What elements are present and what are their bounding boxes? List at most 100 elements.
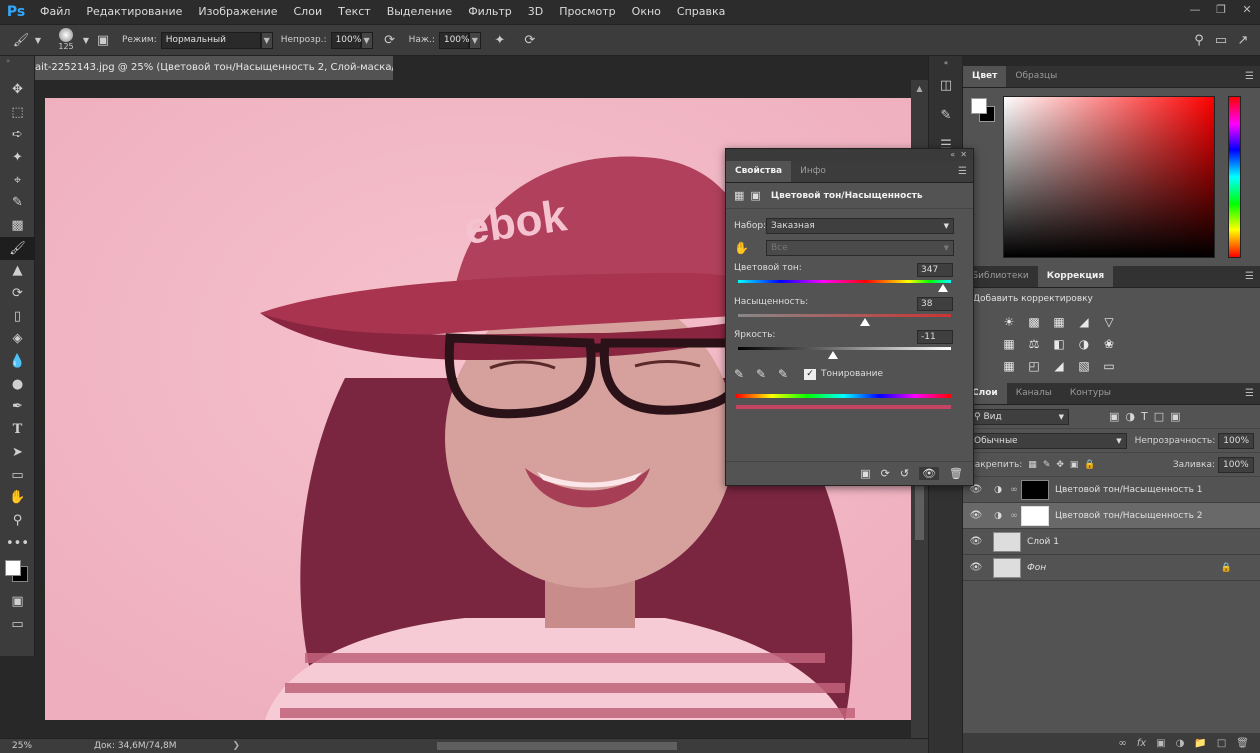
photo-filter-icon[interactable]: ◑: [1074, 334, 1094, 354]
status-menu-icon[interactable]: ❯: [233, 741, 241, 751]
paint-bucket-tool-icon[interactable]: ◈: [0, 328, 35, 351]
eyedropper-plus-icon[interactable]: ✎: [756, 367, 778, 381]
link-layers-icon[interactable]: ∞: [1118, 738, 1126, 749]
menu-item[interactable]: Выделение: [379, 0, 461, 24]
posterize-icon[interactable]: ◢: [1049, 356, 1069, 376]
foreground-color-swatch[interactable]: [971, 98, 987, 114]
pen-tool-icon[interactable]: ✒: [0, 396, 35, 419]
more-tools-icon[interactable]: •••: [0, 532, 35, 555]
lock-transparency-icon[interactable]: ▦: [1028, 460, 1037, 470]
hue-input[interactable]: 347: [917, 263, 953, 277]
eyedropper-icon[interactable]: ✎: [734, 367, 756, 381]
menu-item[interactable]: Слои: [286, 0, 331, 24]
tab-paths[interactable]: Контуры: [1061, 383, 1120, 404]
chevron-down-icon[interactable]: ▼: [32, 29, 44, 51]
filter-pixel-icon[interactable]: ▣: [1109, 410, 1119, 423]
menu-item[interactable]: Изображение: [190, 0, 285, 24]
threshold-icon[interactable]: ▧: [1074, 356, 1094, 376]
filter-shape-icon[interactable]: □: [1154, 410, 1164, 423]
brightness-contrast-icon[interactable]: ☀: [999, 312, 1019, 332]
lock-pixels-icon[interactable]: ✎: [1043, 460, 1051, 470]
foreground-color-swatch[interactable]: [5, 560, 21, 577]
filter-type-icon[interactable]: T: [1141, 410, 1148, 423]
color-swatches[interactable]: [0, 554, 34, 590]
opacity-input[interactable]: 100%: [330, 31, 361, 49]
tab-color[interactable]: Цвет: [963, 66, 1007, 87]
layer-mask-thumbnail[interactable]: [1021, 505, 1049, 526]
dodge-tool-icon[interactable]: ●: [0, 373, 35, 396]
saturation-slider-track[interactable]: [738, 314, 951, 326]
chevron-down-icon[interactable]: ▼: [80, 29, 92, 51]
layer-row-layer-1[interactable]: 👁 Слой 1: [963, 529, 1260, 555]
close-icon[interactable]: ✕: [960, 150, 967, 159]
panel-menu-icon[interactable]: ☰: [1245, 66, 1254, 87]
history-brush-tool-icon[interactable]: ⟳: [0, 282, 35, 305]
tab-channels[interactable]: Каналы: [1007, 383, 1061, 404]
chevron-down-icon[interactable]: ▼: [260, 31, 273, 49]
layer-row-hue-saturation-2[interactable]: 👁 ◑ ∞ Цветовой тон/Насыщенность 2: [963, 503, 1260, 529]
delete-layer-icon[interactable]: 🗑: [1236, 738, 1249, 749]
color-panel-swatches[interactable]: [971, 98, 997, 124]
menu-item[interactable]: Текст: [330, 0, 379, 24]
layer-opacity-input[interactable]: 100%: [1218, 432, 1254, 449]
lightness-slider-track[interactable]: [738, 347, 951, 359]
brush-panel-toggle-icon[interactable]: ▣: [92, 29, 114, 51]
exposure-icon[interactable]: ◢: [1074, 312, 1094, 332]
crop-tool-icon[interactable]: ⌖: [0, 169, 35, 192]
stamp-tool-icon[interactable]: ▲: [0, 260, 35, 283]
chevron-down-icon[interactable]: ▼: [468, 31, 481, 49]
history-panel-icon[interactable]: ◫: [929, 70, 963, 100]
black-white-icon[interactable]: ◧: [1049, 334, 1069, 354]
type-tool-icon[interactable]: T: [0, 418, 35, 441]
lock-position-icon[interactable]: ✥: [1056, 460, 1064, 470]
new-adjustment-icon[interactable]: ◑: [1176, 738, 1185, 749]
brush-settings-panel-icon[interactable]: ✎: [929, 100, 963, 130]
panel-menu-icon[interactable]: ☰: [1245, 266, 1254, 287]
toggle-visibility-icon[interactable]: 👁: [919, 467, 940, 480]
mode-select[interactable]: Нормальный: [160, 31, 261, 49]
panel-menu-icon[interactable]: ☰: [1245, 383, 1254, 404]
close-icon[interactable]: ✕: [1234, 0, 1260, 18]
zoom-tool-icon[interactable]: ⚲: [0, 509, 35, 532]
layer-fill-input[interactable]: 100%: [1218, 456, 1254, 473]
brush-preset-picker[interactable]: 125: [52, 26, 80, 54]
tab-properties[interactable]: Свойства: [726, 161, 792, 182]
airbrush-icon[interactable]: ✦: [489, 29, 511, 51]
colorize-checkbox[interactable]: ✓: [804, 368, 816, 380]
collapse-icon[interactable]: «: [950, 150, 955, 159]
magic-wand-tool-icon[interactable]: ✦: [0, 146, 35, 169]
visibility-eye-icon[interactable]: 👁: [963, 510, 989, 521]
lock-artboard-icon[interactable]: ▣: [1070, 460, 1079, 470]
layer-style-icon[interactable]: fx: [1137, 738, 1146, 749]
menu-item[interactable]: Файл: [32, 0, 78, 24]
menu-item[interactable]: Редактирование: [78, 0, 190, 24]
pressure-input[interactable]: 100%: [438, 31, 470, 49]
eyedropper-minus-icon[interactable]: ✎: [778, 367, 804, 381]
healing-brush-tool-icon[interactable]: ▩: [0, 214, 35, 237]
curves-icon[interactable]: ▦: [1049, 312, 1069, 332]
menu-item[interactable]: 3D: [520, 0, 551, 24]
vibrance-icon[interactable]: ▽: [1099, 312, 1119, 332]
tab-info[interactable]: Инфо: [791, 161, 835, 182]
hue-slider-track[interactable]: [738, 280, 951, 292]
pressure-size-icon[interactable]: ⟳: [519, 29, 541, 51]
color-balance-icon[interactable]: ⚖: [1024, 334, 1044, 354]
levels-icon[interactable]: ▩: [1024, 312, 1044, 332]
invert-icon[interactable]: ◰: [1024, 356, 1044, 376]
filter-smart-object-icon[interactable]: ▣: [1170, 410, 1180, 423]
mask-link-icon[interactable]: ∞: [1007, 511, 1021, 521]
lasso-tool-icon[interactable]: ➪: [0, 123, 35, 146]
filter-adjustment-icon[interactable]: ◑: [1125, 410, 1135, 423]
layer-row-hue-saturation-1[interactable]: 👁 ◑ ∞ Цветовой тон/Насыщенность 1: [963, 477, 1260, 503]
workspace-icon[interactable]: ▭: [1210, 29, 1232, 51]
adjustment-properties-icon[interactable]: ▦: [734, 189, 744, 202]
path-selection-tool-icon[interactable]: ➤: [0, 441, 35, 464]
search-icon[interactable]: ⚲: [1188, 29, 1210, 51]
eyedropper-tool-icon[interactable]: ✎: [0, 191, 35, 214]
menu-item[interactable]: Фильтр: [460, 0, 520, 24]
visibility-eye-icon[interactable]: 👁: [963, 562, 989, 573]
color-lookup-icon[interactable]: ▦: [999, 356, 1019, 376]
mask-link-icon[interactable]: ∞: [1007, 485, 1021, 495]
chevron-down-icon[interactable]: ▼: [360, 31, 373, 49]
blend-mode-select[interactable]: Обычные ▼: [969, 432, 1127, 449]
